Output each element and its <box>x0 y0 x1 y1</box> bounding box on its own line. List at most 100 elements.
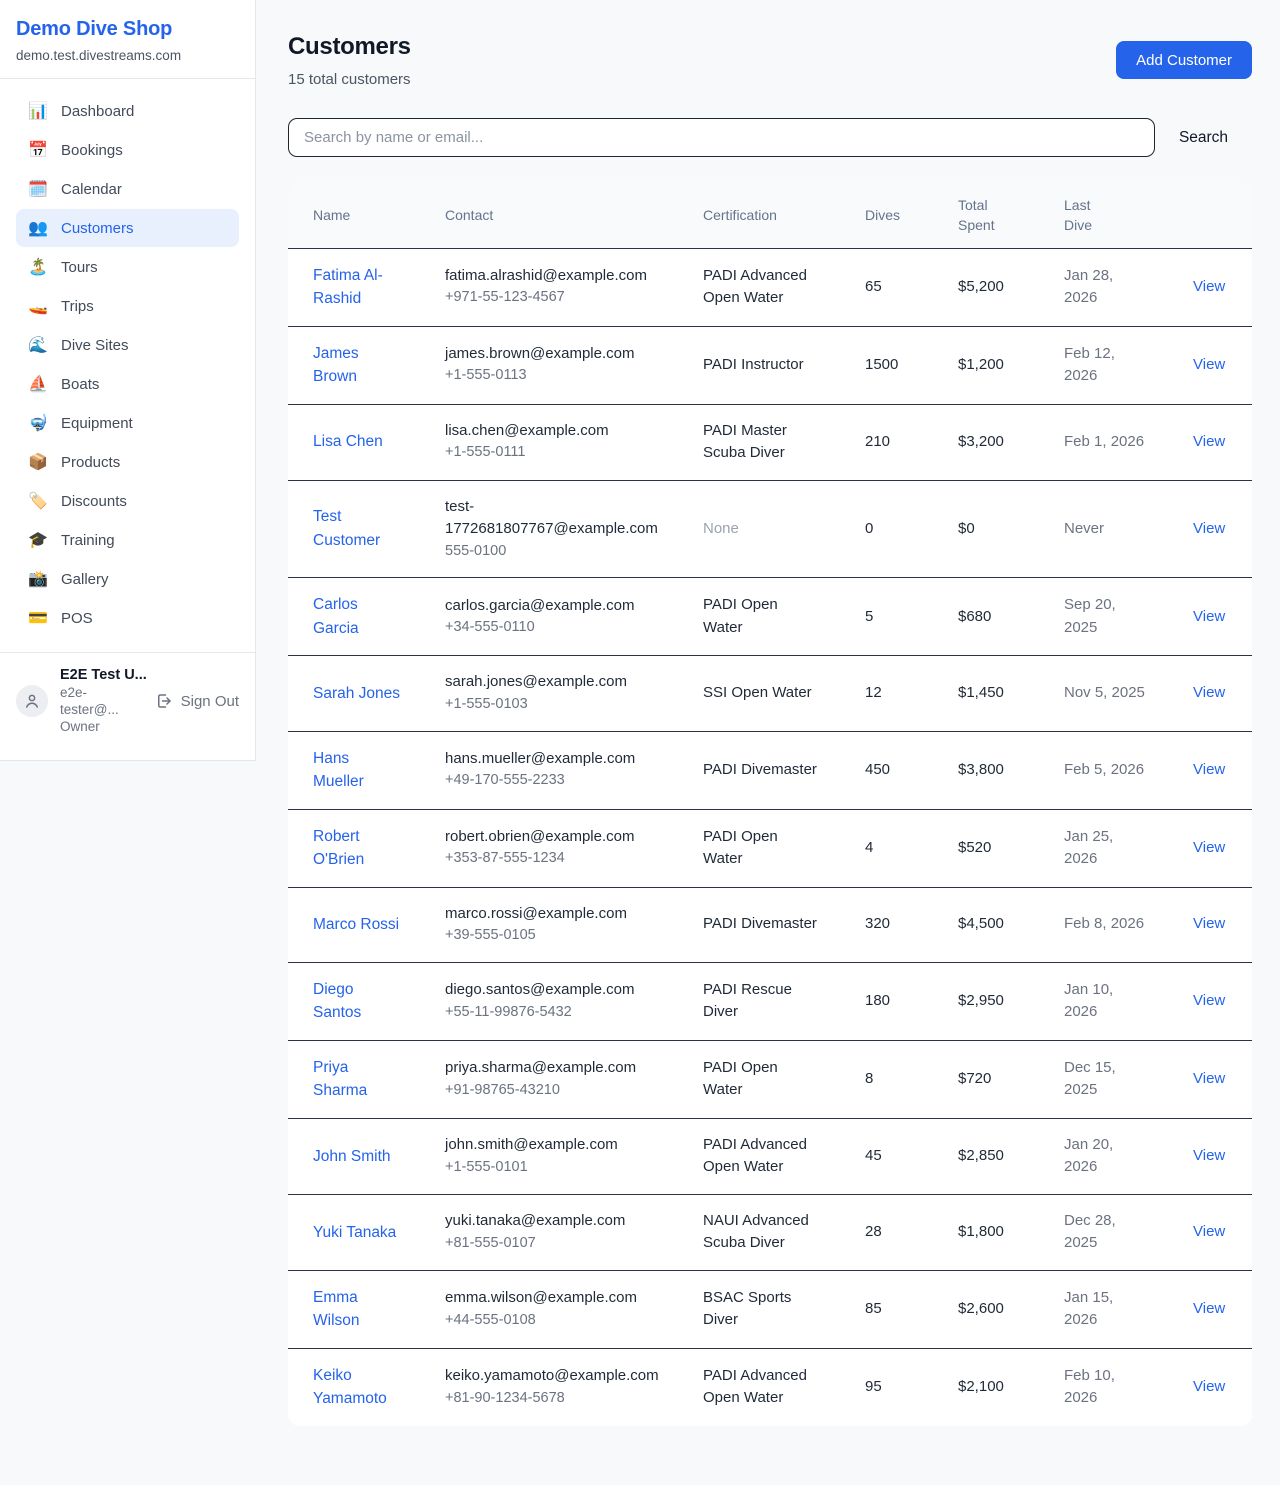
sidebar-item-boats[interactable]: ⛵Boats <box>16 365 239 403</box>
package-icon: 📦 <box>28 452 48 472</box>
customer-name-link[interactable]: Sarah Jones <box>313 685 400 702</box>
customer-name-link[interactable]: John Smith <box>313 1148 391 1165</box>
view-link[interactable]: View <box>1193 1223 1225 1240</box>
customer-phone: +44-555-0108 <box>445 1310 661 1332</box>
view-link[interactable]: View <box>1193 1300 1225 1317</box>
view-link[interactable]: View <box>1193 356 1225 373</box>
column-header-dives: Dives <box>853 183 946 248</box>
customer-phone: +39-555-0105 <box>445 925 661 947</box>
sidebar-item-trips[interactable]: 🚤Trips <box>16 287 239 325</box>
view-link[interactable]: View <box>1193 520 1225 537</box>
customer-action-cell: View <box>1157 480 1252 578</box>
view-link[interactable]: View <box>1193 1147 1225 1164</box>
customer-total-spent: $3,200 <box>946 404 1052 480</box>
sidebar-item-equipment[interactable]: 🤿Equipment <box>16 404 239 442</box>
page-title-block: Customers 15 total customers <box>288 33 411 88</box>
view-link[interactable]: View <box>1193 1070 1225 1087</box>
search-input[interactable] <box>288 118 1155 157</box>
sidebar-item-discounts[interactable]: 🏷️Discounts <box>16 482 239 520</box>
customer-total-spent: $4,500 <box>946 887 1052 962</box>
customer-name-link[interactable]: Lisa Chen <box>313 433 383 450</box>
customer-phone: +81-555-0107 <box>445 1233 661 1255</box>
customer-total-spent: $2,850 <box>946 1118 1052 1194</box>
sidebar-item-customers[interactable]: 👥Customers <box>16 209 239 247</box>
table-row: Priya Sharmapriya.sharma@example.com+91-… <box>288 1040 1252 1118</box>
column-header-contact: Contact <box>433 183 691 248</box>
customer-dives: 8 <box>853 1040 946 1118</box>
customer-last-dive: Jan 25, 2026 <box>1052 809 1157 887</box>
sidebar-item-pos[interactable]: 💳POS <box>16 599 239 637</box>
customer-name-link[interactable]: Hans Mueller <box>313 750 364 791</box>
sidebar-item-tours[interactable]: 🏝️Tours <box>16 248 239 286</box>
sidebar-item-products[interactable]: 📦Products <box>16 443 239 481</box>
view-link[interactable]: View <box>1193 433 1225 450</box>
sign-out-button[interactable]: Sign Out <box>155 692 239 710</box>
customer-name-link[interactable]: Carlos Garcia <box>313 596 359 637</box>
customer-contact-cell: keiko.yamamoto@example.com+81-90-1234-56… <box>433 1348 691 1426</box>
customer-total-spent: $5,200 <box>946 248 1052 326</box>
search-button[interactable]: Search <box>1155 129 1252 147</box>
sidebar-item-label: Discounts <box>61 493 127 510</box>
view-link[interactable]: View <box>1193 761 1225 778</box>
customer-certification: PADI Advanced Open Water <box>691 248 853 326</box>
view-link[interactable]: View <box>1193 839 1225 856</box>
sidebar-item-label: Gallery <box>61 571 109 588</box>
customer-name-link[interactable]: Yuki Tanaka <box>313 1224 396 1241</box>
customer-name-link[interactable]: Test Customer <box>313 508 380 549</box>
sidebar-item-calendar[interactable]: 🗓️Calendar <box>16 170 239 208</box>
view-link[interactable]: View <box>1193 278 1225 295</box>
brand-block: Demo Dive Shop demo.test.divestreams.com <box>0 0 255 79</box>
customer-certification: PADI Open Water <box>691 578 853 656</box>
customer-name-cell: Test Customer <box>288 480 433 578</box>
customer-action-cell: View <box>1157 1270 1252 1348</box>
page-title: Customers <box>288 33 411 61</box>
sidebar-item-gallery[interactable]: 📸 Gallery <box>16 560 239 598</box>
customer-name-link[interactable]: Emma Wilson <box>313 1289 360 1330</box>
customer-name-link[interactable]: Diego Santos <box>313 981 361 1022</box>
customer-certification: PADI Open Water <box>691 809 853 887</box>
camera-icon: 📸 <box>28 569 48 589</box>
customer-name-link[interactable]: Fatima Al-Rashid <box>313 267 383 308</box>
customer-email: test-1772681807767@example.com <box>445 496 661 541</box>
sidebar-item-dashboard[interactable]: 📊Dashboard <box>16 92 239 130</box>
customer-last-dive: Never <box>1052 480 1157 578</box>
customer-action-cell: View <box>1157 1348 1252 1426</box>
customer-email: diego.santos@example.com <box>445 979 661 1002</box>
customer-name-cell: Lisa Chen <box>288 404 433 480</box>
sidebar-item-label: Dive Sites <box>61 337 129 354</box>
customer-action-cell: View <box>1157 1118 1252 1194</box>
customer-phone: +1-555-0101 <box>445 1157 661 1179</box>
customer-name-cell: Carlos Garcia <box>288 578 433 656</box>
view-link[interactable]: View <box>1193 608 1225 625</box>
sidebar-item-training[interactable]: 🎓Training <box>16 521 239 559</box>
customer-total-spent: $1,200 <box>946 326 1052 404</box>
customer-phone: +49-170-555-2233 <box>445 770 661 792</box>
customer-phone: +1-555-0111 <box>445 442 661 464</box>
view-link[interactable]: View <box>1193 684 1225 701</box>
wave-icon: 🌊 <box>28 335 48 355</box>
customer-action-cell: View <box>1157 1194 1252 1270</box>
diving-mask-icon: 🤿 <box>28 413 48 433</box>
customer-name-link[interactable]: James Brown <box>313 345 359 386</box>
customer-email: hans.mueller@example.com <box>445 748 661 771</box>
customer-name-link[interactable]: Marco Rossi <box>313 916 399 933</box>
add-customer-button[interactable]: Add Customer <box>1116 41 1252 79</box>
sidebar-item-bookings[interactable]: 📅Bookings <box>16 131 239 169</box>
page-header: Customers 15 total customers Add Custome… <box>288 33 1252 88</box>
sidebar-item-dive-sites[interactable]: 🌊 Dive Sites <box>16 326 239 364</box>
customer-total-spent: $680 <box>946 578 1052 656</box>
customer-certification: PADI Open Water <box>691 1040 853 1118</box>
customer-name-link[interactable]: Keiko Yamamoto <box>313 1367 387 1408</box>
customer-dives: 5 <box>853 578 946 656</box>
view-link[interactable]: View <box>1193 992 1225 1009</box>
customer-total-spent: $720 <box>946 1040 1052 1118</box>
customer-total-spent: $3,800 <box>946 731 1052 809</box>
main-content: Customers 15 total customers Add Custome… <box>256 0 1280 1459</box>
app-root: Demo Dive Shop demo.test.divestreams.com… <box>0 0 1280 1485</box>
view-link[interactable]: View <box>1193 915 1225 932</box>
view-link[interactable]: View <box>1193 1378 1225 1395</box>
customer-name-link[interactable]: Robert O'Brien <box>313 828 364 869</box>
customer-contact-cell: sarah.jones@example.com+1-555-0103 <box>433 656 691 731</box>
customer-name-link[interactable]: Priya Sharma <box>313 1059 367 1100</box>
customer-certification: PADI Master Scuba Diver <box>691 404 853 480</box>
